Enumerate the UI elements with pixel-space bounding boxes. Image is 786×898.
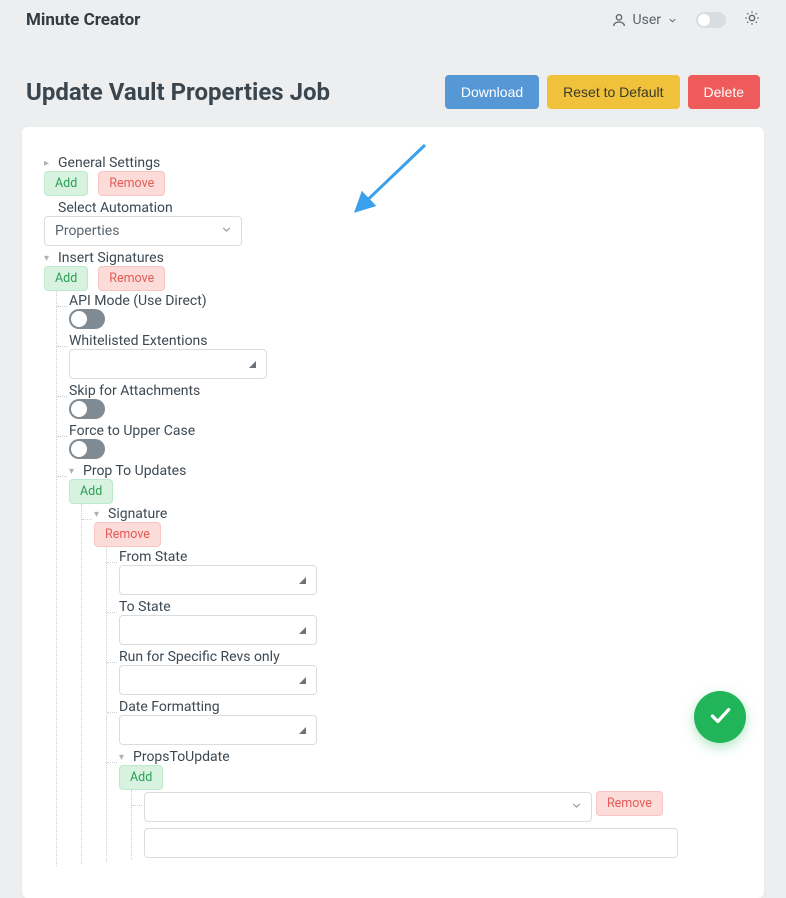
caret-icon[interactable]: ▸: [44, 158, 58, 169]
theme-toggle[interactable]: [696, 12, 726, 28]
download-button[interactable]: Download: [445, 75, 539, 109]
multiselect-icon: [299, 577, 306, 584]
reset-button[interactable]: Reset to Default: [547, 75, 679, 109]
node-skip-attachments: Skip for Attachments: [69, 383, 200, 399]
add-button[interactable]: Add: [44, 171, 88, 196]
node-to-state: To State: [119, 599, 171, 615]
from-state-select[interactable]: [119, 565, 317, 595]
sun-icon: [744, 10, 760, 30]
skip-attachments-toggle[interactable]: [69, 399, 105, 419]
run-specific-select[interactable]: [119, 665, 317, 695]
node-force-upper: Force to Upper Case: [69, 423, 195, 439]
multiselect-icon: [299, 727, 306, 734]
whitelisted-select[interactable]: [69, 349, 267, 379]
chevron-down-icon: [667, 15, 678, 26]
node-run-specific: Run for Specific Revs only: [119, 649, 280, 665]
node-general-settings[interactable]: General Settings: [58, 155, 160, 171]
caret-icon[interactable]: ▾: [94, 509, 108, 520]
node-date-formatting: Date Formatting: [119, 699, 220, 715]
chevron-down-icon: [220, 223, 233, 240]
force-upper-toggle[interactable]: [69, 439, 105, 459]
remove-button[interactable]: Remove: [98, 266, 165, 291]
check-icon: [707, 702, 733, 732]
to-state-select[interactable]: [119, 615, 317, 645]
page-title: Update Vault Properties Job: [26, 78, 330, 106]
props-update-select[interactable]: [144, 792, 592, 822]
node-select-automation: Select Automation: [58, 200, 173, 216]
multiselect-icon: [299, 677, 306, 684]
props-update-value-input[interactable]: [144, 828, 678, 858]
user-icon: [611, 12, 627, 28]
remove-button[interactable]: Remove: [596, 791, 663, 816]
multiselect-icon: [299, 627, 306, 634]
add-button[interactable]: Add: [119, 765, 163, 790]
node-whitelisted: Whitelisted Extentions: [69, 333, 208, 349]
node-props-to-update[interactable]: PropsToUpdate: [133, 749, 230, 765]
chevron-down-icon: [570, 799, 583, 816]
automation-select[interactable]: Properties: [44, 216, 242, 246]
confirm-fab[interactable]: [694, 691, 746, 743]
remove-button[interactable]: Remove: [94, 522, 161, 547]
add-button[interactable]: Add: [69, 479, 113, 504]
date-formatting-select[interactable]: [119, 715, 317, 745]
app-brand: Minute Creator: [26, 10, 140, 30]
node-from-state: From State: [119, 549, 187, 565]
caret-icon[interactable]: ▾: [69, 466, 83, 477]
remove-button[interactable]: Remove: [98, 171, 165, 196]
user-menu[interactable]: User: [611, 12, 678, 28]
user-label: User: [633, 12, 661, 28]
node-prop-to-updates[interactable]: Prop To Updates: [83, 463, 186, 479]
multiselect-icon: [249, 361, 256, 368]
caret-icon[interactable]: ▾: [119, 752, 133, 763]
node-signature[interactable]: Signature: [108, 506, 167, 522]
node-insert-signatures[interactable]: Insert Signatures: [58, 250, 164, 266]
delete-button[interactable]: Delete: [688, 75, 760, 109]
automation-select-value: Properties: [55, 223, 119, 239]
node-api-mode: API Mode (Use Direct): [69, 293, 207, 309]
api-mode-toggle[interactable]: [69, 309, 105, 329]
caret-icon[interactable]: ▾: [44, 253, 58, 264]
add-button[interactable]: Add: [44, 266, 88, 291]
